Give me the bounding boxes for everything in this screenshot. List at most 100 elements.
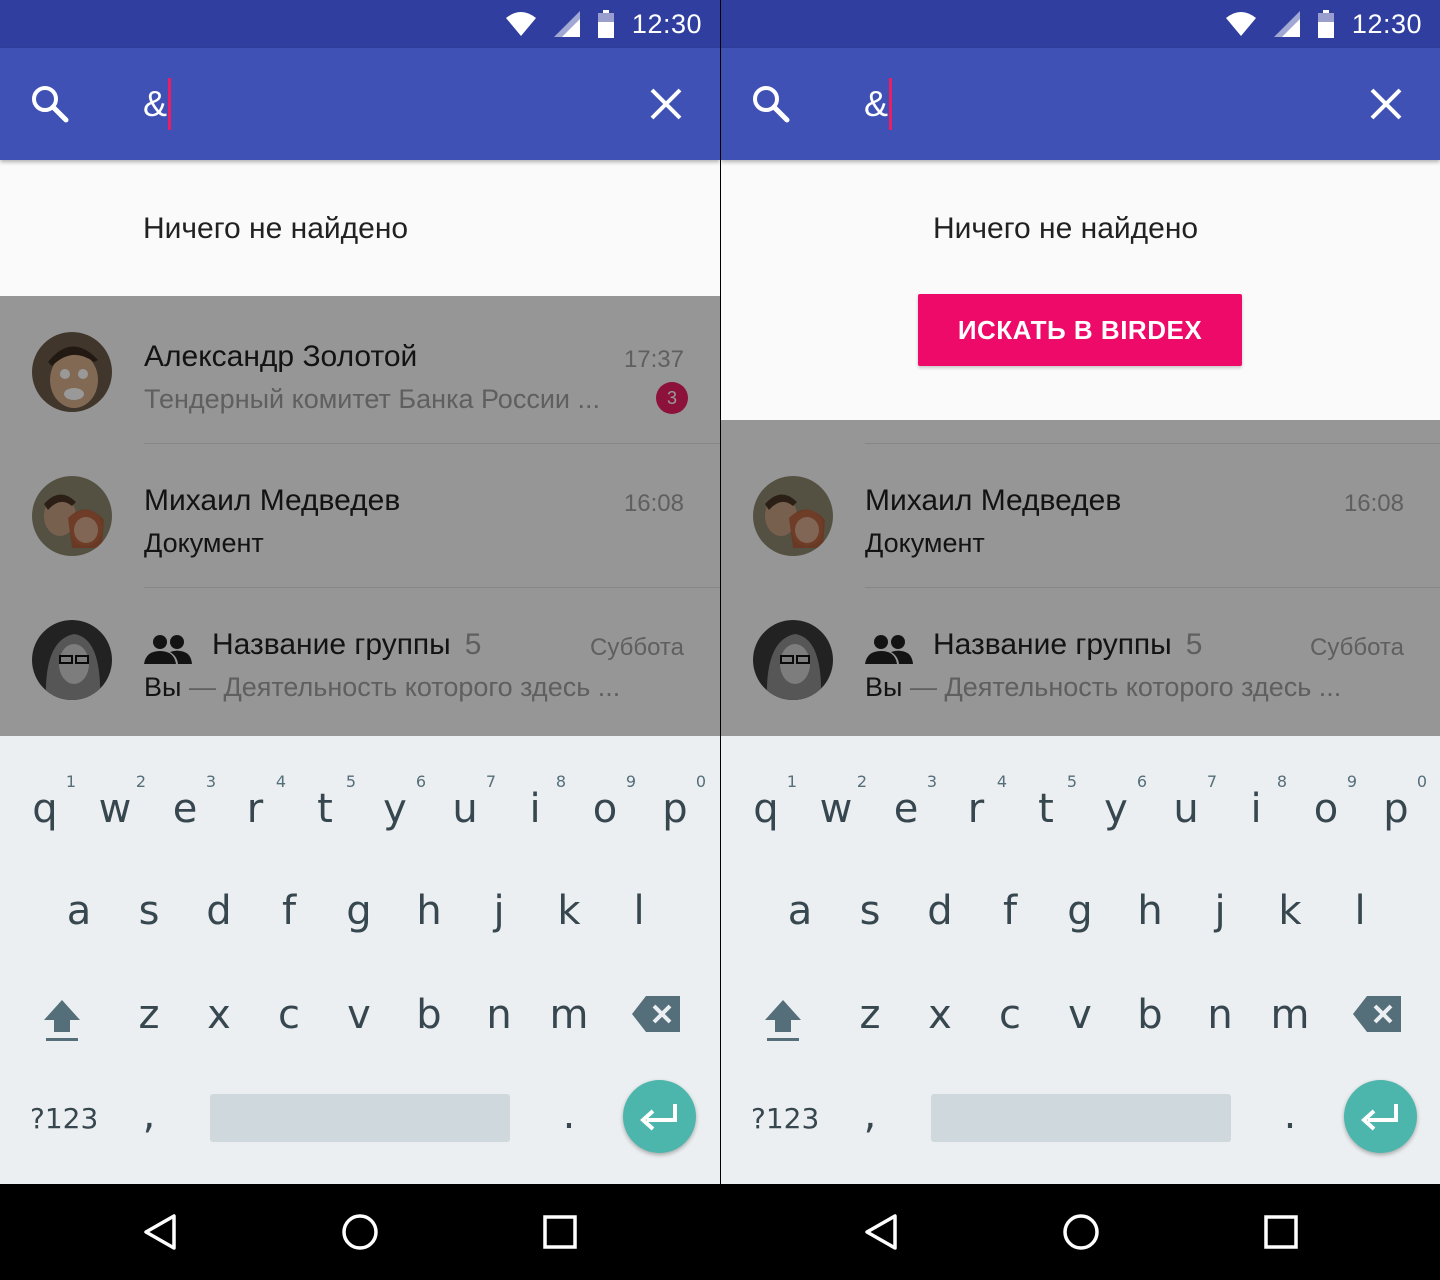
key-s[interactable]: s bbox=[835, 888, 905, 934]
symbols-key[interactable]: ?123 bbox=[30, 1102, 98, 1135]
key-n[interactable]: n bbox=[1185, 992, 1255, 1038]
key-k[interactable]: k bbox=[534, 888, 604, 934]
enter-icon bbox=[1361, 1104, 1398, 1131]
search-birdex-button[interactable]: ИСКАТЬ В BIRDEX bbox=[918, 294, 1242, 366]
key-m[interactable]: m bbox=[1255, 992, 1325, 1038]
key-b[interactable]: b bbox=[394, 992, 464, 1038]
screen-right: 12:30 & Ничего не найдено ИСКАТЬ В BIRDE… bbox=[721, 0, 1440, 1280]
key-w[interactable]: w2 bbox=[80, 772, 150, 832]
key-j[interactable]: j bbox=[1185, 888, 1255, 934]
enter-key[interactable] bbox=[623, 1080, 696, 1153]
screen-left: 12:30 & Ничего не найдено Александр Золо… bbox=[0, 0, 720, 1280]
search-query-text: & bbox=[864, 83, 889, 124]
period-key[interactable]: . bbox=[534, 1092, 604, 1138]
key-a[interactable]: a bbox=[765, 888, 835, 934]
key-z[interactable]: z bbox=[835, 992, 905, 1038]
key-x[interactable]: x bbox=[184, 992, 254, 1038]
key-f[interactable]: f bbox=[975, 888, 1045, 934]
key-u[interactable]: u7 bbox=[1151, 772, 1221, 832]
key-l[interactable]: l bbox=[1325, 888, 1395, 934]
search-icon[interactable] bbox=[28, 82, 72, 126]
key-m[interactable]: m bbox=[534, 992, 604, 1038]
home-icon[interactable] bbox=[1061, 1212, 1101, 1252]
key-b[interactable]: b bbox=[1115, 992, 1185, 1038]
key-t[interactable]: t5 bbox=[1011, 772, 1081, 832]
key-r[interactable]: r4 bbox=[220, 772, 290, 832]
home-icon[interactable] bbox=[340, 1212, 380, 1252]
shift-icon[interactable] bbox=[763, 998, 803, 1042]
signal-icon bbox=[553, 11, 580, 37]
key-p[interactable]: p0 bbox=[1361, 772, 1431, 832]
key-w[interactable]: w2 bbox=[801, 772, 871, 832]
key-y[interactable]: y6 bbox=[1081, 772, 1151, 832]
soft-keyboard: q1 w2 e3 r4 t5 y6 u7 i8 o9 p0 a s d f g … bbox=[721, 736, 1440, 1184]
search-icon[interactable] bbox=[749, 82, 793, 126]
wifi-icon bbox=[505, 12, 536, 36]
back-icon[interactable] bbox=[140, 1212, 180, 1252]
key-v[interactable]: v bbox=[1045, 992, 1115, 1038]
back-icon[interactable] bbox=[861, 1212, 901, 1252]
key-f[interactable]: f bbox=[254, 888, 324, 934]
key-c[interactable]: c bbox=[975, 992, 1045, 1038]
key-t[interactable]: t5 bbox=[290, 772, 360, 832]
key-z[interactable]: z bbox=[114, 992, 184, 1038]
status-bar: 12:30 bbox=[721, 0, 1440, 48]
key-a[interactable]: a bbox=[44, 888, 114, 934]
status-bar: 12:30 bbox=[0, 0, 720, 48]
key-q[interactable]: q1 bbox=[731, 772, 801, 832]
key-c[interactable]: c bbox=[254, 992, 324, 1038]
key-e[interactable]: e3 bbox=[150, 772, 220, 832]
space-key[interactable] bbox=[931, 1094, 1231, 1142]
shift-icon[interactable] bbox=[42, 998, 82, 1042]
key-i[interactable]: i8 bbox=[500, 772, 570, 832]
key-h[interactable]: h bbox=[1115, 888, 1185, 934]
status-time: 12:30 bbox=[631, 8, 702, 39]
key-g[interactable]: g bbox=[324, 888, 394, 934]
search-toolbar: & bbox=[0, 48, 720, 160]
wifi-icon bbox=[1225, 12, 1256, 36]
key-o[interactable]: o9 bbox=[1291, 772, 1361, 832]
key-j[interactable]: j bbox=[464, 888, 534, 934]
key-p[interactable]: p0 bbox=[640, 772, 710, 832]
close-icon[interactable] bbox=[648, 86, 684, 122]
key-h[interactable]: h bbox=[394, 888, 464, 934]
symbols-key[interactable]: ?123 bbox=[751, 1102, 819, 1135]
key-l[interactable]: l bbox=[604, 888, 674, 934]
key-y[interactable]: y6 bbox=[360, 772, 430, 832]
close-icon[interactable] bbox=[1368, 86, 1404, 122]
empty-state-message: Ничего не найдено bbox=[933, 212, 1199, 245]
key-d[interactable]: d bbox=[905, 888, 975, 934]
key-q[interactable]: q1 bbox=[10, 772, 80, 832]
search-input[interactable]: & bbox=[143, 78, 172, 130]
space-key[interactable] bbox=[210, 1094, 510, 1142]
search-results-panel: Ничего не найдено bbox=[0, 160, 720, 296]
text-caret bbox=[889, 78, 893, 130]
key-d[interactable]: d bbox=[184, 888, 254, 934]
backspace-icon[interactable] bbox=[1353, 996, 1401, 1032]
text-caret bbox=[168, 78, 172, 130]
search-input[interactable]: & bbox=[864, 78, 893, 130]
key-o[interactable]: o9 bbox=[570, 772, 640, 832]
key-u[interactable]: u7 bbox=[430, 772, 500, 832]
key-e[interactable]: e3 bbox=[871, 772, 941, 832]
comma-key[interactable]: , bbox=[835, 1092, 905, 1138]
search-results-panel: Ничего не найдено ИСКАТЬ В BIRDEX bbox=[721, 160, 1440, 420]
key-x[interactable]: x bbox=[905, 992, 975, 1038]
key-k[interactable]: k bbox=[1255, 888, 1325, 934]
recents-icon[interactable] bbox=[1261, 1212, 1301, 1252]
backspace-icon[interactable] bbox=[632, 996, 680, 1032]
comma-key[interactable]: , bbox=[114, 1092, 184, 1138]
empty-state-message: Ничего не найдено bbox=[143, 212, 409, 245]
key-g[interactable]: g bbox=[1045, 888, 1115, 934]
key-n[interactable]: n bbox=[464, 992, 534, 1038]
key-s[interactable]: s bbox=[114, 888, 184, 934]
key-i[interactable]: i8 bbox=[1221, 772, 1291, 832]
key-r[interactable]: r4 bbox=[941, 772, 1011, 832]
recents-icon[interactable] bbox=[540, 1212, 580, 1252]
key-v[interactable]: v bbox=[324, 992, 394, 1038]
battery-icon bbox=[1317, 10, 1334, 38]
status-time: 12:30 bbox=[1351, 8, 1422, 39]
search-query-text: & bbox=[143, 83, 168, 124]
period-key[interactable]: . bbox=[1255, 1092, 1325, 1138]
enter-key[interactable] bbox=[1344, 1080, 1417, 1153]
